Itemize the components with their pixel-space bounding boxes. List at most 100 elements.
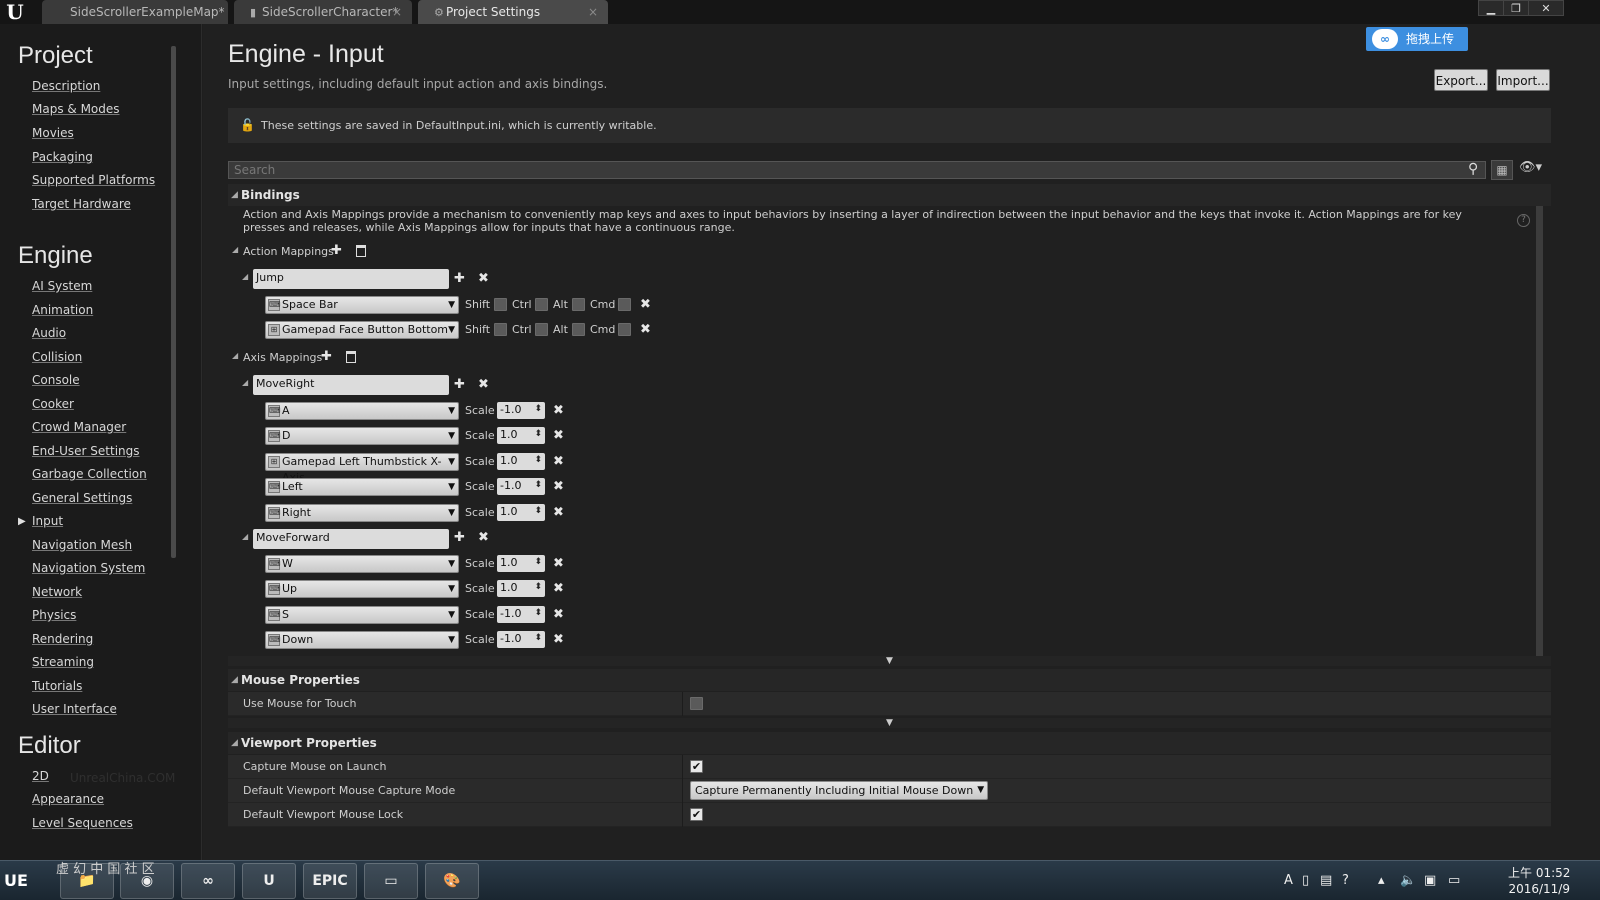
sidebar-item-user-interface[interactable]: User Interface [32, 702, 117, 716]
key-selector[interactable]: ⌨ A ▼ [265, 402, 459, 420]
cmd-checkbox[interactable] [618, 298, 631, 311]
key-selector[interactable]: ⌨ W ▼ [265, 555, 459, 573]
close-icon[interactable]: × [392, 0, 402, 24]
sidebar-item-navigation-mesh[interactable]: Navigation Mesh [32, 538, 132, 552]
remove-key-icon[interactable]: ✖ [553, 506, 564, 520]
screen-icon[interactable]: ▤ [1320, 873, 1332, 888]
sidebar-scrollbar[interactable] [171, 46, 176, 558]
action-name-field[interactable]: Jump [253, 269, 449, 289]
tab-project-settings[interactable]: ⚙ Project Settings × [418, 0, 608, 24]
cloud-app-icon[interactable]: ∞ [181, 863, 235, 899]
shift-checkbox[interactable] [494, 323, 507, 336]
key-selector[interactable]: ⌨ S ▼ [265, 606, 459, 624]
epic-launcher-icon[interactable]: EPIC [303, 863, 357, 899]
key-selector[interactable]: ⌨ Left ▼ [265, 478, 459, 496]
taskbar-clock[interactable]: 上午 01:52 2016/11/9 [1508, 865, 1570, 897]
collapse-triangle-icon[interactable]: ◢ [232, 245, 238, 254]
scale-input[interactable]: 1.0 ⬍ [497, 555, 545, 572]
image-viewer-icon[interactable]: ▭ [364, 863, 418, 899]
sidebar-item-streaming[interactable]: Streaming [32, 655, 94, 669]
show-hidden-icons-icon[interactable]: ▴ [1378, 873, 1385, 888]
sidebar-item-description[interactable]: Description [32, 79, 100, 93]
start-button[interactable]: UE [4, 863, 46, 899]
unreal-editor-icon[interactable]: U [242, 863, 296, 899]
sidebar-item-ai-system[interactable]: AI System [32, 279, 92, 293]
layout-icon[interactable]: ▯ [1302, 873, 1309, 888]
trash-icon[interactable] [356, 245, 366, 257]
chrome-icon[interactable]: ◉ [120, 863, 174, 899]
remove-key-icon[interactable]: ✖ [640, 323, 651, 337]
advanced-expander[interactable]: ▼ [228, 656, 1551, 666]
sidebar-item-audio[interactable]: Audio [32, 326, 66, 340]
add-key-icon[interactable]: ✚ [454, 272, 465, 286]
minimize-button[interactable]: ▁ [1478, 0, 1504, 16]
add-key-icon[interactable]: ✚ [454, 531, 465, 545]
upload-button[interactable]: ∞ 拖拽上传 [1366, 27, 1468, 51]
add-action-icon[interactable]: ✚ [331, 244, 342, 258]
remove-key-icon[interactable]: ✖ [553, 480, 564, 494]
sidebar-item-supported-platforms[interactable]: Supported Platforms [32, 173, 155, 187]
sidebar-item-general-settings[interactable]: General Settings [32, 491, 132, 505]
axis-name-field[interactable]: MoveForward [253, 529, 449, 549]
file-explorer-icon[interactable]: 📁 [60, 863, 114, 899]
network-icon[interactable]: ▣ [1424, 873, 1436, 888]
sidebar-item-appearance[interactable]: Appearance [32, 792, 104, 806]
mouse-lock-checkbox[interactable]: ✔ [690, 808, 703, 821]
add-key-icon[interactable]: ✚ [454, 378, 465, 392]
mouse-properties-header[interactable]: ◢ Mouse Properties [228, 669, 1551, 691]
details-scrollbar[interactable] [1536, 184, 1543, 664]
sidebar-item-rendering[interactable]: Rendering [32, 632, 93, 646]
cmd-checkbox[interactable] [618, 323, 631, 336]
scale-input[interactable]: 1.0 ⬍ [497, 427, 545, 444]
sidebar-item-end-user-settings[interactable]: End-User Settings [32, 444, 140, 458]
tab-sidescroller-map[interactable]: SideScrollerExampleMap* [42, 0, 228, 24]
ctrl-checkbox[interactable] [535, 323, 548, 336]
scale-input[interactable]: -1.0 ⬍ [497, 478, 545, 495]
volume-icon[interactable]: 🔈 [1400, 873, 1416, 888]
key-selector[interactable]: ⊞ Gamepad Left Thumbstick X-Axis ▼ [265, 453, 459, 484]
sidebar-item-collision[interactable]: Collision [32, 350, 82, 364]
help-icon[interactable]: ? [1517, 214, 1530, 227]
unreal-logo-icon[interactable]: U [2, 0, 28, 24]
column-divider[interactable] [682, 779, 683, 803]
remove-key-icon[interactable]: ✖ [553, 557, 564, 571]
key-selector[interactable]: ⌨ D ▼ [265, 427, 459, 445]
close-icon[interactable]: × [588, 0, 598, 24]
bindings-category-header[interactable]: ◢ Bindings [228, 184, 1551, 206]
import-button[interactable]: Import... [1496, 69, 1550, 91]
sidebar-item-network[interactable]: Network [32, 585, 82, 599]
scale-input[interactable]: 1.0 ⬍ [497, 580, 545, 597]
sidebar-item-tutorials[interactable]: Tutorials [32, 679, 82, 693]
sidebar-item-animation[interactable]: Animation [32, 303, 93, 317]
remove-key-icon[interactable]: ✖ [553, 455, 564, 469]
advanced-expander[interactable]: ▼ [228, 718, 1551, 728]
key-selector[interactable]: ⊞ Gamepad Face Button Bottom ▼ [265, 321, 459, 339]
capture-mouse-checkbox[interactable]: ✔ [690, 760, 703, 773]
capture-mode-dropdown[interactable]: Capture Permanently Including Initial Mo… [690, 781, 989, 800]
remove-key-icon[interactable]: ✖ [553, 608, 564, 622]
collapse-triangle-icon[interactable]: ◢ [232, 351, 238, 360]
collapse-triangle-icon[interactable]: ◢ [242, 532, 248, 541]
sidebar-item-movies[interactable]: Movies [32, 126, 74, 140]
scale-input[interactable]: -1.0 ⬍ [497, 606, 545, 623]
key-selector[interactable]: ⌨ Space Bar ▼ [265, 296, 459, 314]
collapse-triangle-icon[interactable]: ◢ [242, 272, 248, 281]
sidebar-item-2d[interactable]: 2D [32, 769, 49, 783]
sidebar-item-crowd-manager[interactable]: Crowd Manager [32, 420, 126, 434]
scale-input[interactable]: -1.0 ⬍ [497, 631, 545, 648]
key-selector[interactable]: ⌨ Up ▼ [265, 580, 459, 598]
remove-mapping-icon[interactable]: ✖ [478, 378, 489, 392]
sidebar-item-target-hardware[interactable]: Target Hardware [32, 197, 131, 211]
maximize-button[interactable]: ❐ [1503, 0, 1529, 16]
table-view-icon[interactable]: ▦ [1491, 160, 1513, 180]
trash-icon[interactable] [346, 351, 356, 363]
shift-checkbox[interactable] [494, 298, 507, 311]
column-divider[interactable] [682, 692, 683, 716]
export-button[interactable]: Export... [1434, 69, 1488, 91]
remove-mapping-icon[interactable]: ✖ [478, 272, 489, 286]
search-input[interactable]: Search [228, 161, 1486, 179]
sidebar-item-cooker[interactable]: Cooker [32, 397, 74, 411]
axis-name-field[interactable]: MoveRight [253, 375, 449, 395]
sidebar-item-maps-modes[interactable]: Maps & Modes [32, 102, 120, 116]
ime-icon[interactable]: A [1284, 873, 1293, 888]
